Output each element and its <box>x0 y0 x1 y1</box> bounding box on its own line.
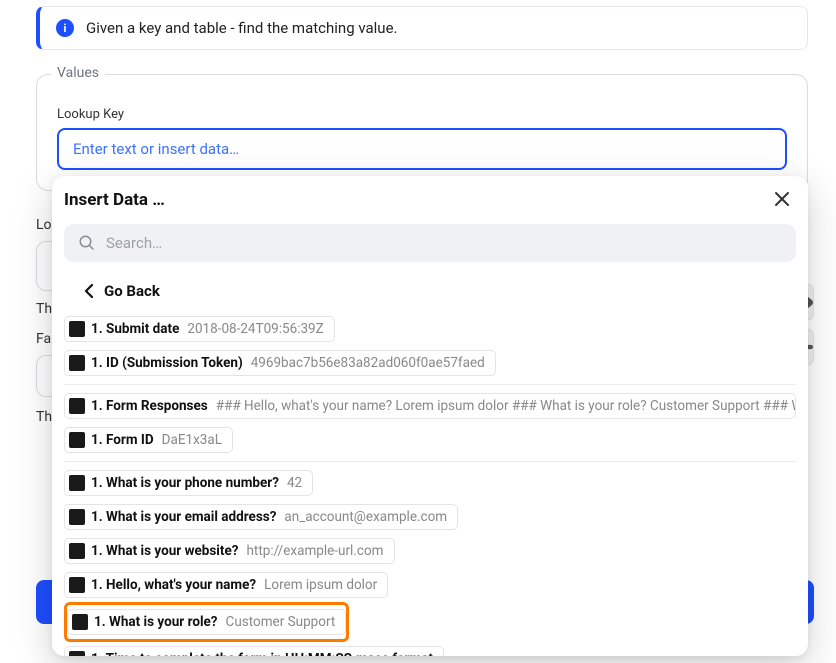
data-item-label: 1. Hello, what's your name? <box>91 577 256 593</box>
data-item-value: 42 <box>287 475 302 491</box>
data-item-label: 1. Submit date <box>91 321 179 337</box>
data-item-label: 1. ID (Submission Token) <box>91 355 243 371</box>
source-icon <box>69 321 85 337</box>
source-icon <box>69 543 85 559</box>
close-icon[interactable] <box>774 188 790 212</box>
data-item-value: 4969bac7b56e83a82ad060f0ae57faed <box>251 355 485 371</box>
go-back-button[interactable]: Go Back <box>52 272 808 312</box>
source-icon <box>69 432 85 448</box>
source-icon <box>69 509 85 525</box>
separator <box>64 384 796 385</box>
chevron-left-icon <box>84 284 94 298</box>
data-item-value: ### Hello, what's your name? Lorem ipsum… <box>216 398 796 414</box>
source-icon <box>69 577 85 593</box>
info-icon: i <box>56 19 74 37</box>
search-input[interactable] <box>106 234 782 252</box>
go-back-label: Go Back <box>104 282 160 300</box>
data-item[interactable]: 1. What is your phone number? 42 <box>64 470 313 496</box>
lookup-key-label: Lookup Key <box>57 107 787 122</box>
data-item-label: 1. Time to complete the form in HH:MM:SS… <box>91 651 433 656</box>
info-banner: i Given a key and table - find the match… <box>36 6 808 50</box>
data-item-label: 1. Form Responses <box>91 398 208 414</box>
highlighted-item: 1. What is your role? Customer Support <box>64 602 349 642</box>
search-box[interactable] <box>64 224 796 262</box>
data-item[interactable]: 1. Hello, what's your name? Lorem ipsum d… <box>64 572 388 598</box>
data-item-value: http://example-url.com <box>246 543 383 559</box>
separator <box>64 461 796 462</box>
data-item[interactable]: 1. ID (Submission Token) 4969bac7b56e83a8… <box>64 350 496 376</box>
data-list: 1. Submit date 2018-08-24T09:56:39Z 1. ID … <box>52 312 808 656</box>
data-item-label: 1. What is your phone number? <box>91 475 279 491</box>
lookup-key-input[interactable] <box>57 128 787 170</box>
data-item-value: Lorem ipsum dolor <box>264 577 377 593</box>
data-item-label: 1. Form ID <box>91 432 154 448</box>
data-item-value: an_account@example.com <box>284 509 447 525</box>
data-item[interactable]: 1. Form Responses ### Hello, what's your … <box>64 393 796 419</box>
data-item-value: DaE1x3aL <box>162 432 222 448</box>
values-fieldset: Values Lookup Key <box>36 74 808 191</box>
data-item[interactable]: 1. Form ID DaE1x3aL <box>64 427 233 453</box>
data-item[interactable]: 1. What is your website? http://example-u… <box>64 538 395 564</box>
search-icon <box>78 234 96 252</box>
values-legend: Values <box>51 65 105 81</box>
data-item-value: 2018-08-24T09:56:39Z <box>187 321 323 337</box>
data-item-label: 1. What is your role? <box>94 614 218 630</box>
data-item[interactable]: 1. Time to complete the form in HH:MM:SS… <box>64 646 444 656</box>
source-icon <box>69 475 85 491</box>
source-icon <box>69 651 85 656</box>
data-item[interactable]: 1. Submit date 2018-08-24T09:56:39Z <box>64 316 335 342</box>
data-item[interactable]: 1. What is your email address? an_account… <box>64 504 458 530</box>
data-item-label: 1. What is your email address? <box>91 509 276 525</box>
data-item-value: Customer Support <box>226 614 336 630</box>
source-icon <box>69 355 85 371</box>
popover-title: Insert Data … <box>64 190 165 210</box>
insert-data-popover: Insert Data … Go Back 1. Submit date 2018… <box>52 176 808 656</box>
source-icon <box>69 398 85 414</box>
data-item[interactable]: 1. What is your role? Customer Support <box>67 609 346 635</box>
info-text: Given a key and table - find the matchin… <box>86 19 397 37</box>
data-item-label: 1. What is your website? <box>91 543 238 559</box>
source-icon <box>72 614 88 630</box>
